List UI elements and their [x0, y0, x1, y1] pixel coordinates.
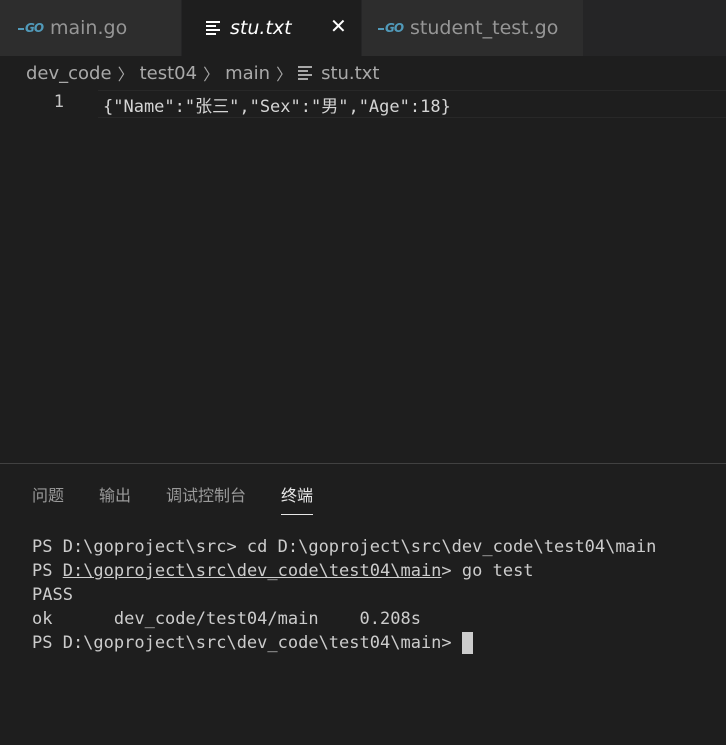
bottom-panel: 问题 输出 调试控制台 终端 PS D:\goproject\src> cd D…: [0, 463, 726, 745]
editor-tab-bar: GO main.go stu.txt ✕ GO student_test.go: [0, 0, 726, 56]
tab-terminal[interactable]: 终端: [281, 482, 314, 515]
breadcrumb: dev_code 〉 test04 〉 main 〉 stu.txt: [26, 60, 379, 86]
tab-label: main.go: [50, 17, 128, 39]
terminal-cursor: [461, 632, 473, 654]
go-file-icon: GO: [18, 21, 44, 35]
terminal-prompt-line[interactable]: PS D:\goproject\src\dev_code\test04\main…: [32, 631, 656, 655]
breadcrumb-item[interactable]: main: [225, 63, 270, 84]
tab-label: student_test.go: [410, 17, 559, 39]
terminal-line: PS D:\goproject\src\dev_code\test04\main…: [32, 559, 656, 583]
panel-tabs: 问题 输出 调试控制台 终端: [32, 482, 348, 515]
breadcrumb-item[interactable]: dev_code: [26, 63, 112, 84]
tab-debug-console[interactable]: 调试控制台: [166, 482, 246, 515]
chevron-right-icon: 〉: [203, 65, 220, 84]
prompt-prefix: PS: [32, 561, 63, 581]
terminal-line: PS D:\goproject\src> cd D:\goproject\src…: [32, 537, 657, 557]
tab-label: stu.txt: [230, 17, 292, 39]
code-editor[interactable]: 1 {"Name":"张三","Sex":"男","Age":18}: [0, 90, 726, 118]
go-file-icon: GO: [378, 21, 404, 35]
terminal-path-link[interactable]: D:\goproject\src\dev_code\test04\main: [63, 561, 442, 581]
chevron-right-icon: 〉: [276, 65, 293, 84]
command-text: > go test: [441, 561, 534, 581]
terminal-line: ok dev_code/test04/main 0.208s: [32, 609, 421, 629]
text-file-icon: [298, 64, 313, 82]
tab-output[interactable]: 输出: [99, 482, 131, 515]
chevron-right-icon: 〉: [117, 65, 134, 84]
breadcrumb-file[interactable]: stu.txt: [321, 63, 379, 84]
tab-main-go[interactable]: GO main.go: [0, 0, 182, 56]
code-line[interactable]: {"Name":"张三","Sex":"男","Age":18}: [103, 92, 451, 117]
tab-stu-txt[interactable]: stu.txt ✕: [182, 0, 362, 56]
tab-student-test-go[interactable]: GO student_test.go: [362, 0, 584, 56]
terminal-line: PASS: [32, 585, 73, 605]
terminal-output[interactable]: PS D:\goproject\src> cd D:\goproject\src…: [32, 535, 656, 655]
line-number: 1: [53, 92, 64, 112]
tab-problems[interactable]: 问题: [32, 482, 64, 515]
prompt-text: PS D:\goproject\src\dev_code\test04\main…: [32, 633, 452, 653]
breadcrumb-item[interactable]: test04: [140, 63, 197, 84]
text-file-icon: [206, 19, 220, 37]
close-icon[interactable]: ✕: [330, 14, 347, 38]
